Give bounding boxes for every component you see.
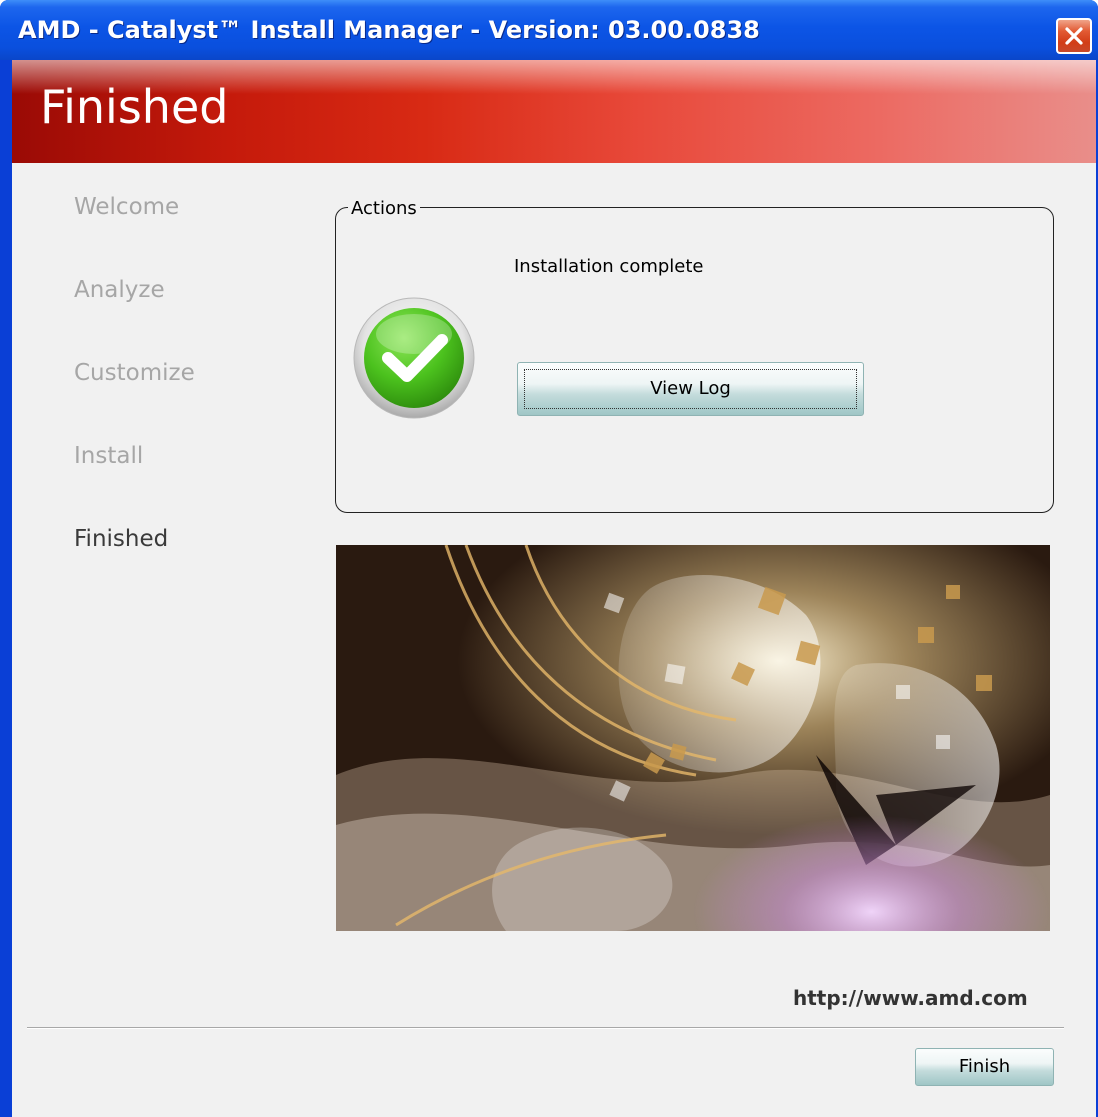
footer-divider bbox=[27, 1027, 1064, 1029]
promo-artwork bbox=[336, 545, 1050, 931]
client-area: Finished Welcome Analyze Customize Insta… bbox=[12, 60, 1096, 1117]
window-title: AMD - Catalyst™ Install Manager - Versio… bbox=[18, 16, 760, 44]
page-title: Finished bbox=[40, 80, 229, 134]
finish-button[interactable]: Finish bbox=[915, 1048, 1054, 1086]
step-finished: Finished bbox=[74, 526, 169, 552]
actions-legend: Actions bbox=[348, 198, 420, 219]
step-welcome: Welcome bbox=[74, 194, 180, 220]
title-bar[interactable]: AMD - Catalyst™ Install Manager - Versio… bbox=[0, 0, 1098, 60]
installer-window: AMD - Catalyst™ Install Manager - Versio… bbox=[0, 0, 1098, 1117]
artwork-illustration bbox=[336, 545, 1050, 931]
close-icon bbox=[1065, 27, 1083, 45]
step-customize: Customize bbox=[74, 360, 195, 386]
status-text: Installation complete bbox=[514, 256, 704, 277]
step-install: Install bbox=[74, 443, 144, 469]
amd-url: http://www.amd.com bbox=[793, 986, 1028, 1010]
close-button[interactable] bbox=[1056, 18, 1092, 54]
header-banner: Finished bbox=[12, 60, 1096, 163]
step-analyze: Analyze bbox=[74, 277, 165, 303]
view-log-button[interactable]: View Log bbox=[517, 362, 864, 416]
check-circle-icon bbox=[353, 297, 475, 419]
